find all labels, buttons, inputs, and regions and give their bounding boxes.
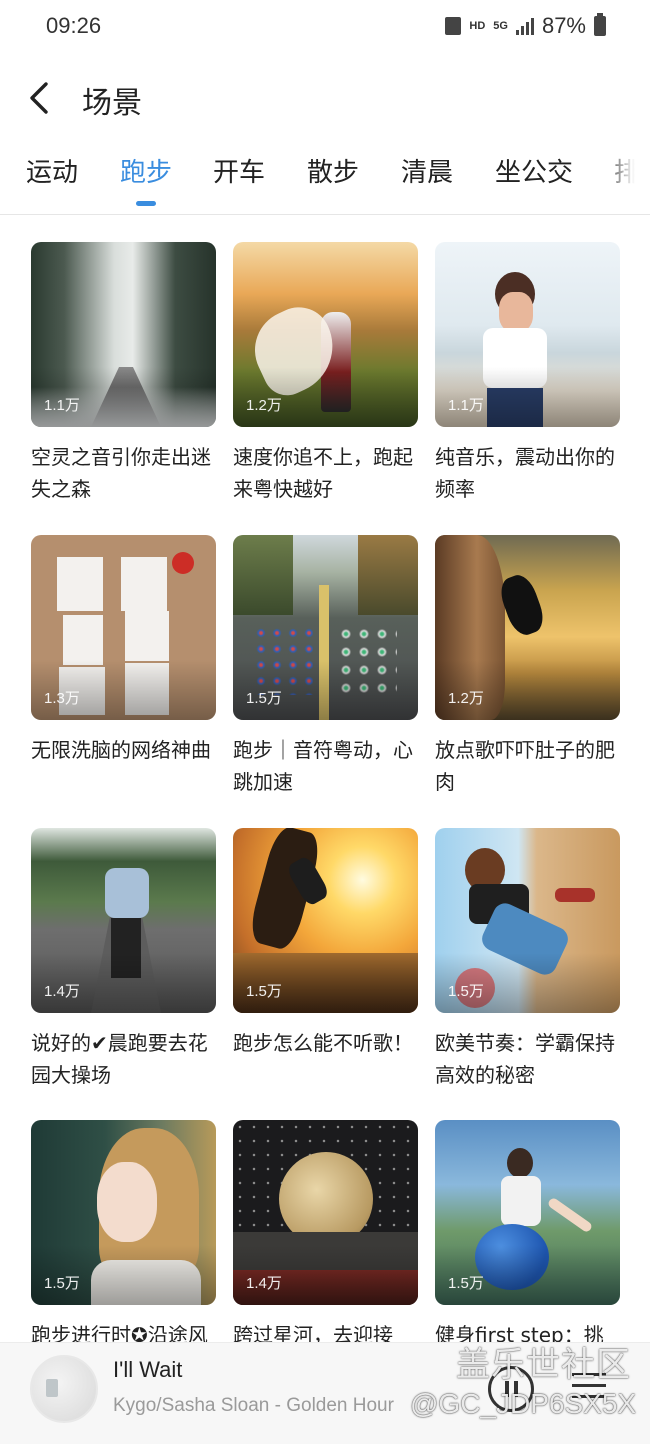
play-count: 1.1万 [44,397,80,414]
page-title: 场景 [82,86,142,121]
playlist-card[interactable]: 1.1万 纯音乐，震动出你的频率 [435,242,620,505]
playlist-title[interactable]: 说好的✔晨跑要去花园大操场 [31,1027,216,1091]
playlist-cover[interactable]: 1.5万 [233,828,418,1013]
tab-kaiche[interactable]: 开车 [213,152,265,189]
back-button[interactable] [24,80,58,116]
tabs-fade [600,152,650,202]
playlist-title[interactable]: 空灵之音引你走出迷失之森 [31,441,216,505]
play-count: 1.3万 [44,690,80,707]
playlist-grid: 1.1万 空灵之音引你走出迷失之森 1.2万 速度你追不上，跑起来粤快越好 1.… [0,242,650,1342]
playlist-title[interactable]: 跑步进行时✪沿途风景 [31,1319,216,1342]
tab-paobu[interactable]: 跑步 [120,152,172,189]
playlist-card[interactable]: 1.5万 健身first step：挑 [435,1120,620,1342]
playlist-card[interactable]: 1.1万 空灵之音引你走出迷失之森 [31,242,216,505]
playlist-title[interactable]: 跨过星河，去迎接 [233,1319,418,1342]
play-count: 1.5万 [448,1275,484,1292]
active-tab-indicator [136,201,156,206]
album-art[interactable] [30,1355,98,1423]
status-time: 09:26 [46,13,102,38]
playlist-cover[interactable]: 1.3万 [31,535,216,720]
watermark-community: 盖乐世社区 [456,1345,631,1385]
signal-icon [515,17,534,35]
playlist-title[interactable]: 跑步怎么能不听歌！ [233,1027,418,1059]
song-title[interactable]: I'll Wait [113,1357,182,1383]
play-count: 1.5万 [448,983,484,1000]
tab-sanbu[interactable]: 散步 [307,152,359,189]
playlist-cover[interactable]: 1.1万 [435,242,620,427]
playlist-cover[interactable]: 1.4万 [31,828,216,1013]
play-count: 1.4万 [246,1275,282,1292]
network-indicator: 5G [493,20,508,32]
playlist-card[interactable]: 1.2万 放点歌吓吓肚子的肥肉 [435,535,620,798]
battery-icon [594,13,606,36]
header: 场景 [0,66,650,130]
playlist-cover[interactable]: 1.2万 [435,535,620,720]
playlist-card[interactable]: 1.5万 欧美节奏：学霸保持高效的秘密 [435,828,620,1091]
playlist-title[interactable]: 欧美节奏：学霸保持高效的秘密 [435,1027,620,1091]
playlist-cover[interactable]: 1.1万 [31,242,216,427]
play-count: 1.5万 [246,690,282,707]
category-tabs: 运动 跑步 开车 散步 清晨 坐公交 排 [0,152,650,214]
playlist-title[interactable]: 无限洗脑的网络神曲 [31,734,216,766]
playlist-card[interactable]: 1.4万 说好的✔晨跑要去花园大操场 [31,828,216,1091]
playlist-title[interactable]: 速度你追不上，跑起来粤快越好 [233,441,418,505]
play-count: 1.5万 [246,983,282,1000]
tabs-divider [0,214,650,215]
playlist-card[interactable]: 1.2万 速度你追不上，跑起来粤快越好 [233,242,418,505]
playlist-card[interactable]: 1.5万 跑步怎么能不听歌！ [233,828,418,1059]
battery-percent: 87% [541,13,586,38]
tab-zuogongjiao[interactable]: 坐公交 [495,152,573,189]
playlist-card[interactable]: 1.4万 跨过星河，去迎接 [233,1120,418,1342]
status-bar: 09:26 HD 5G 87% [0,0,650,56]
play-count: 1.2万 [448,690,484,707]
recycle-icon [445,17,462,35]
playlist-title[interactable]: 跑步｜音符粤动，心跳加速 [233,734,418,798]
playlist-cover[interactable]: 1.5万 [435,828,620,1013]
playlist-cover[interactable]: 1.2万 [233,242,418,427]
playlist-title[interactable]: 放点歌吓吓肚子的肥肉 [435,734,620,798]
playlist-cover[interactable]: 1.5万 [435,1120,620,1305]
play-count: 1.4万 [44,983,80,1000]
playlist-cover[interactable]: 1.5万 [233,535,418,720]
hd-indicator: HD [469,20,486,32]
playlist-title[interactable]: 纯音乐，震动出你的频率 [435,441,620,505]
chevron-left-icon [30,82,48,114]
play-count: 1.2万 [246,397,282,414]
song-artist: Kygo/Sasha Sloan - Golden Hour [113,1395,394,1416]
tab-qingchen[interactable]: 清晨 [401,152,453,189]
playlist-cover[interactable]: 1.5万 [31,1120,216,1305]
play-count: 1.1万 [448,397,484,414]
playlist-card[interactable]: 1.3万 无限洗脑的网络神曲 [31,535,216,766]
playlist-cover[interactable]: 1.4万 [233,1120,418,1305]
tab-yundong[interactable]: 运动 [26,152,78,189]
playlist-card[interactable]: 1.5万 跑步｜音符粤动，心跳加速 [233,535,418,798]
play-count: 1.5万 [44,1275,80,1292]
watermark-user: @GC_JDP6SX5X [410,1388,637,1419]
playlist-card[interactable]: 1.5万 跑步进行时✪沿途风景 [31,1120,216,1342]
status-icons: HD 5G 87% [445,13,606,39]
